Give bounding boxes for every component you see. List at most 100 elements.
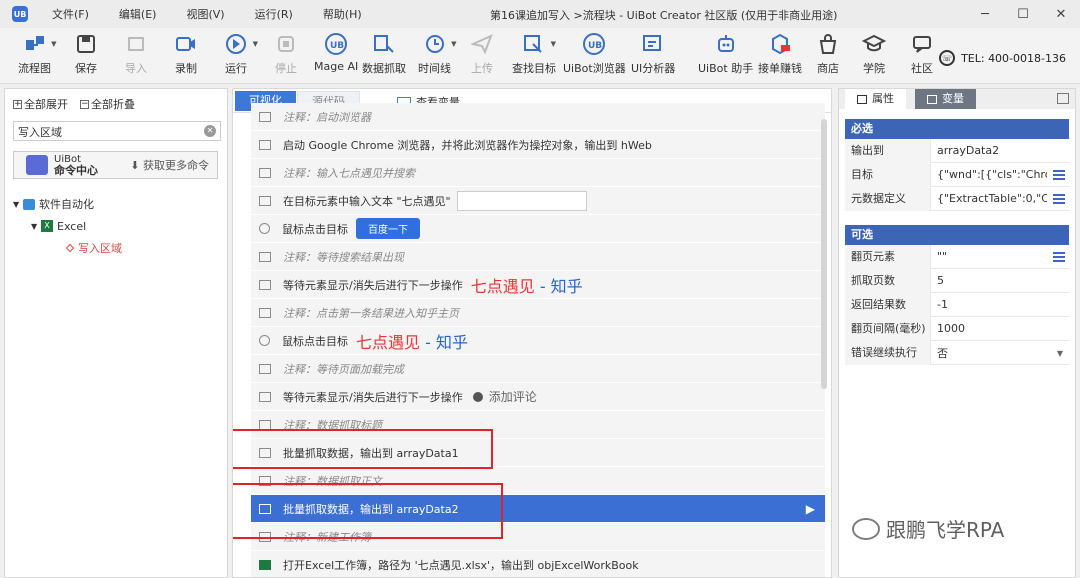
variables-icon [927, 94, 937, 104]
list-item[interactable]: 等待元素显示/消失后进行下一步操作 添加评论 [251, 383, 825, 411]
command-center-logo-icon [26, 155, 48, 175]
tree-node-software-automation[interactable]: ▼ 软件自动化 [13, 193, 122, 215]
target-preview-button: 百度一下 [356, 218, 420, 239]
earn-money-button[interactable]: 接单赚钱 [758, 32, 802, 78]
window-title: 第16课追加写入 >流程块 - UiBot Creator 社区版 (仅用于非商… [490, 9, 838, 22]
community-button[interactable]: 社区 [910, 32, 934, 78]
list-item[interactable]: 注释：点击第一条结果进入知乎主页 [251, 299, 825, 327]
list-item[interactable]: 注释：等待搜索结果出现 [251, 243, 825, 271]
tree-node-write-range[interactable]: 写入区域 [13, 237, 122, 259]
prop-row-page-count[interactable]: 抓取页数 5 [845, 268, 1069, 293]
prop-row-target[interactable]: 目标 {"wnd":[{"cls":"Chrom [845, 162, 1069, 187]
phone-icon: ☏ [939, 50, 956, 66]
vertical-scrollbar[interactable] [821, 119, 827, 389]
mage-ai-button[interactable]: UB Mage AI [314, 32, 358, 78]
community-icon [910, 32, 934, 56]
list-item[interactable]: 注释：输入七点遇见并搜索 [251, 159, 825, 187]
tree-node-excel[interactable]: ▼ X Excel [13, 215, 122, 237]
target-preview-field [456, 190, 587, 211]
excel-icon: X [41, 220, 53, 232]
data-scrape-icon [372, 32, 396, 56]
list-item[interactable]: 等待元素显示/消失后进行下一步操作 七点遇见 - 知乎 [251, 271, 825, 299]
run-button[interactable]: ▼ 运行 [224, 32, 258, 78]
import-button[interactable]: 导入 [124, 32, 148, 78]
list-item[interactable]: 打开Excel工作簿，路径为 '七点遇见.xlsx'，输出到 objExcelW… [251, 551, 825, 577]
prop-row-page-element[interactable]: 翻页元素 "" [845, 244, 1069, 269]
watermark: 跟鹏飞学RPA [852, 514, 1004, 543]
data-scrape-button[interactable]: 数据抓取 [362, 32, 406, 78]
prop-row-result-count[interactable]: 返回结果数 -1 [845, 292, 1069, 317]
menu-file[interactable]: 文件(F) [52, 6, 89, 22]
ui-analyzer-icon [641, 32, 665, 56]
close-button[interactable]: ✕ [1042, 0, 1080, 28]
record-icon [174, 32, 198, 56]
import-icon [124, 32, 148, 56]
comment-icon [259, 167, 271, 178]
save-icon [74, 32, 98, 56]
chevron-down-icon[interactable]: ▼ [1057, 349, 1063, 358]
list-item[interactable]: 鼠标点击目标 七点遇见 - 知乎 [251, 327, 825, 355]
save-button[interactable]: 保存 [74, 32, 98, 78]
svg-text:UB: UB [330, 41, 344, 51]
get-more-commands-link[interactable]: ⬇ 获取更多命令 [130, 157, 209, 173]
toolbar: ▼ 流程图 保存 导入 录制 ▼ 运行 停止 UB Mage AI 数据抓取 ▼… [0, 28, 1080, 84]
expand-all-button[interactable]: + 全部展开 [13, 96, 68, 112]
uibot-assistant-button[interactable]: UiBot 助手 [698, 32, 753, 78]
flowchart-button[interactable]: ▼ 流程图 [18, 32, 57, 78]
wait-element-icon [259, 279, 271, 290]
find-target-icon: ▼ [522, 32, 556, 56]
comment-icon [259, 363, 271, 374]
menu-edit[interactable]: 编辑(E) [119, 6, 157, 22]
clear-icon[interactable]: ✕ [204, 125, 216, 137]
tab-variables[interactable]: 变量 [915, 89, 976, 109]
timeline-icon: ▼ [423, 32, 457, 56]
comment-icon [259, 307, 271, 318]
prop-row-output[interactable]: 输出到 arrayData2 [845, 138, 1069, 163]
uibot-browser-button[interactable]: UB UiBot浏览器 [563, 32, 626, 78]
highlight-box [233, 429, 493, 469]
excel-icon [259, 559, 271, 570]
menu-run[interactable]: 运行(R) [255, 6, 293, 22]
minimize-button[interactable]: ─ [966, 0, 1004, 28]
menu-help[interactable]: 帮助(H) [323, 6, 362, 22]
list-item[interactable]: 鼠标点击目标 百度一下 [251, 215, 825, 243]
list-item[interactable]: 在目标元素中输入文本 "七点遇见" [251, 187, 825, 215]
list-icon[interactable] [1053, 194, 1065, 204]
command-diamond-icon [65, 243, 75, 253]
tab-properties[interactable]: 属性 [845, 89, 906, 109]
collapse-all-button[interactable]: − 全部折叠 [80, 96, 135, 112]
store-button[interactable]: 商店 [816, 32, 840, 78]
prop-row-continue-on-error[interactable]: 错误继续执行 否 ▼ [845, 340, 1069, 365]
robot-icon [714, 32, 738, 56]
keyboard-icon [259, 195, 271, 206]
prop-row-page-interval[interactable]: 翻页间隔(毫秒) 1000 [845, 316, 1069, 341]
maximize-button[interactable]: ☐ [1004, 0, 1042, 28]
command-tree-panel: + 全部展开 − 全部折叠 写入区域 ✕ UiBot 命令中心 ⬇ 获取更多命令 ▼… [4, 88, 228, 578]
comment-icon [259, 111, 271, 122]
required-section-header: 必选 [845, 119, 1069, 139]
properties-panel: 属性 变量 必选 输出到 arrayData2 目标 {"wnd":[{"cls… [838, 88, 1076, 578]
timeline-button[interactable]: ▼ 时间线 [418, 32, 457, 78]
ui-analyzer-button[interactable]: UI分析器 [631, 32, 675, 78]
command-center-button[interactable]: UiBot 命令中心 ⬇ 获取更多命令 [13, 151, 218, 179]
list-item[interactable]: 注释：启动浏览器 [251, 103, 825, 131]
command-tree: ▼ 软件自动化 ▼ X Excel 写入区域 [13, 193, 122, 259]
menu-view[interactable]: 视图(V) [186, 6, 224, 22]
prop-row-metadata[interactable]: 元数据定义 {"ExtractTable":0,"Col [845, 186, 1069, 211]
pin-icon[interactable] [1057, 93, 1069, 104]
command-search-input[interactable]: 写入区域 ✕ [13, 121, 221, 141]
academy-icon [862, 32, 886, 56]
upload-button[interactable]: 上传 [470, 32, 494, 78]
target-preview-add-comment: 添加评论 [472, 388, 537, 405]
academy-button[interactable]: 学院 [862, 32, 886, 78]
find-target-button[interactable]: ▼ 查找目标 [512, 32, 556, 78]
target-preview-link: 七点遇见 - 知乎 [356, 332, 468, 352]
list-item[interactable]: 注释：等待页面加载完成 [251, 355, 825, 383]
record-button[interactable]: 录制 [174, 32, 198, 78]
list-item[interactable]: 启动 Google Chrome 浏览器，并将此浏览器作为操控对象，输出到 hW… [251, 131, 825, 159]
list-icon[interactable] [1053, 170, 1065, 180]
list-icon[interactable] [1053, 252, 1065, 262]
stop-icon [274, 32, 298, 56]
run-step-icon[interactable]: ▶ [806, 502, 815, 516]
stop-button[interactable]: 停止 [274, 32, 298, 78]
